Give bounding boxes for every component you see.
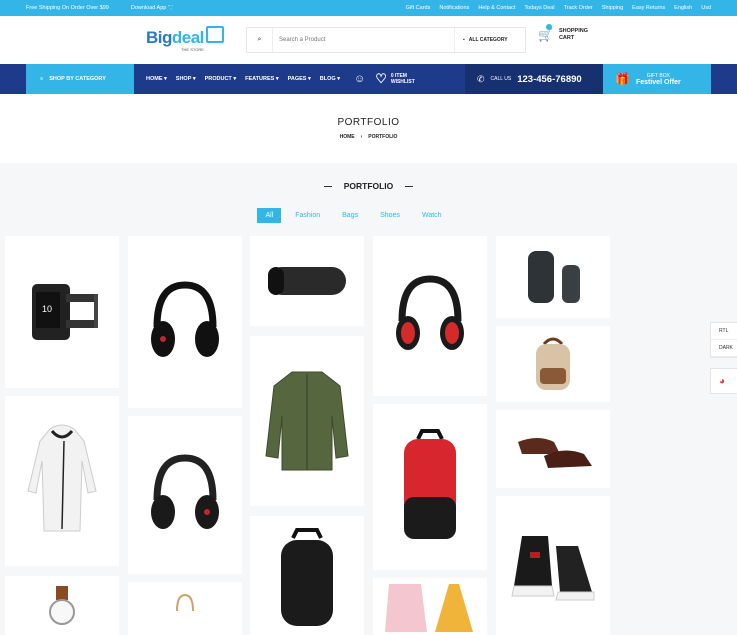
- search-bar: ⌕ Search a Product ▪ ALL CATEGORY: [246, 27, 526, 53]
- page-title: PORTFOLIO: [337, 117, 400, 128]
- portfolio-item-backpack-red[interactable]: [373, 404, 487, 570]
- portfolio-item-backpack-black[interactable]: [250, 516, 364, 635]
- header: Bigdeal THE STORE ⌕ Search a Product ▪ AL…: [0, 16, 737, 64]
- portfolio-item-headphones-black[interactable]: [128, 236, 242, 408]
- portfolio-item-dress-shoes[interactable]: [496, 410, 610, 488]
- nav-item-pages[interactable]: PAGES ▾: [288, 76, 311, 82]
- backpack-image: [281, 527, 333, 626]
- nav-menu: HOME ▾ SHOP ▾ PRODUCT ▾ FEATURES ▾ PAGES…: [146, 76, 340, 82]
- handbag-image: [176, 593, 194, 611]
- portfolio-item-headphones-studio[interactable]: [128, 416, 242, 574]
- download-app-link[interactable]: Download App ‘’‚‛: [131, 5, 173, 11]
- user-icon[interactable]: ☺: [354, 73, 365, 85]
- svg-text:10: 10: [42, 304, 52, 314]
- portfolio-item-smartwatch[interactable]: 10: [5, 236, 119, 388]
- sneaker-image: [511, 535, 595, 600]
- phone-number[interactable]: 123-456-76890: [517, 74, 581, 85]
- shoe-image: [518, 438, 592, 468]
- chevron-right-icon: ›: [360, 134, 363, 140]
- speaker-image: [528, 251, 580, 303]
- filter-bags[interactable]: Bags: [334, 208, 366, 223]
- hoodie-image: [27, 424, 97, 532]
- heart-icon: ♡: [375, 71, 387, 87]
- currency-select[interactable]: Usd: [701, 5, 711, 11]
- menu-icon: ≡: [40, 76, 44, 82]
- nav-item-product[interactable]: PRODUCT ▾: [205, 76, 237, 82]
- filter-shoes[interactable]: Shoes: [372, 208, 408, 223]
- jacket-image: [265, 371, 349, 471]
- portfolio-item-handbag[interactable]: [128, 582, 242, 635]
- search-icon[interactable]: ⌕: [247, 28, 273, 52]
- shop-by-category-button[interactable]: ≡ SHOP BY CATEGORY: [26, 64, 134, 94]
- speaker-image: [268, 267, 346, 295]
- portfolio-item-wristwatch[interactable]: [5, 576, 119, 635]
- wristwatch-image: [49, 585, 75, 625]
- todays-deal-link[interactable]: Todays Deal: [524, 5, 554, 11]
- nav-item-shop[interactable]: SHOP ▾: [176, 76, 196, 82]
- search-input[interactable]: Search a Product: [273, 37, 454, 43]
- backpack-image: [536, 337, 570, 390]
- portfolio-item-headphones-red[interactable]: [373, 236, 487, 396]
- notifications-link[interactable]: Notifications: [439, 5, 469, 11]
- portfolio-item-dresses[interactable]: [373, 578, 487, 635]
- headphones-image: [396, 275, 464, 350]
- portfolio-item-sneakers[interactable]: [496, 496, 610, 635]
- portfolio-item-speaker[interactable]: [250, 236, 364, 326]
- phone-icon: ✆: [477, 73, 485, 84]
- shipping-link[interactable]: Shipping: [602, 5, 623, 11]
- logo-tagline: THE STORE: [181, 46, 204, 52]
- gift-box-offer[interactable]: 🎁 GIFT BOX Festivel Offer: [603, 64, 711, 94]
- color-picker-button[interactable]: ◕: [710, 368, 737, 394]
- theme-side-panel: RTL DARK: [710, 322, 737, 358]
- gift-cards-link[interactable]: Gift Cards: [406, 5, 431, 11]
- call-us-block: ✆ CALL US 123-456-76890: [465, 64, 603, 94]
- page-banner: PORTFOLIO HOME › PORTFOLIO: [0, 94, 737, 163]
- breadcrumb-current: PORTFOLIO: [368, 134, 398, 140]
- backpack-image: [404, 429, 456, 539]
- filter-fashion[interactable]: Fashion: [287, 208, 328, 223]
- rtl-toggle[interactable]: RTL: [711, 323, 737, 340]
- dark-toggle[interactable]: DARK: [711, 340, 737, 357]
- help-contact-link[interactable]: Help & Contact: [478, 5, 515, 11]
- category-dropdown[interactable]: ▪ ALL CATEGORY: [454, 28, 525, 52]
- filter-watch[interactable]: Watch: [414, 208, 450, 223]
- smartwatch-image: 10: [32, 284, 98, 340]
- portfolio-item-smart-speakers[interactable]: [496, 236, 610, 318]
- portfolio-item-jacket[interactable]: [250, 336, 364, 506]
- gift-icon: 🎁: [615, 72, 630, 86]
- filter-all[interactable]: All: [257, 208, 282, 223]
- top-bar: Free Shipping On Order Over $99 Download…: [0, 0, 737, 16]
- main-nav: ≡ SHOP BY CATEGORY HOME ▾ SHOP ▾ PRODUCT…: [0, 64, 737, 94]
- breadcrumb: HOME › PORTFOLIO: [340, 134, 398, 140]
- dress-image: [385, 583, 473, 632]
- nav-item-features[interactable]: FEATURES ▾: [245, 76, 279, 82]
- portfolio-item-hoodie[interactable]: [5, 396, 119, 566]
- nav-item-blog[interactable]: BLOG ▾: [320, 76, 340, 82]
- headphones-image: [151, 454, 219, 529]
- breadcrumb-home[interactable]: HOME: [340, 134, 355, 140]
- free-shipping-text: Free Shipping On Order Over $99: [26, 5, 109, 11]
- palette-icon: ◕: [719, 375, 726, 387]
- cart-icon: 🛒: [538, 24, 553, 44]
- portfolio-item-mini-backpack[interactable]: [496, 326, 610, 402]
- language-select[interactable]: English: [674, 5, 692, 11]
- portfolio-grid: 10: [0, 236, 737, 635]
- section-title: PORTFOLIO: [0, 181, 737, 191]
- shopping-bag-icon: [205, 25, 224, 43]
- grid-icon: ▪: [463, 37, 465, 43]
- headphones-image: [151, 281, 219, 357]
- track-order-link[interactable]: Track Order: [564, 5, 593, 11]
- nav-item-home[interactable]: HOME ▾: [146, 76, 167, 82]
- shopping-cart-button[interactable]: 🛒 SHOPPING CART: [538, 24, 588, 44]
- easy-returns-link[interactable]: Easy Returns: [632, 5, 665, 11]
- portfolio-filters: All Fashion Bags Shoes Watch: [0, 208, 737, 223]
- logo[interactable]: Bigdeal THE STORE: [146, 25, 224, 52]
- wishlist-button[interactable]: ♡ 0 ITEM WISHLIST: [375, 71, 415, 87]
